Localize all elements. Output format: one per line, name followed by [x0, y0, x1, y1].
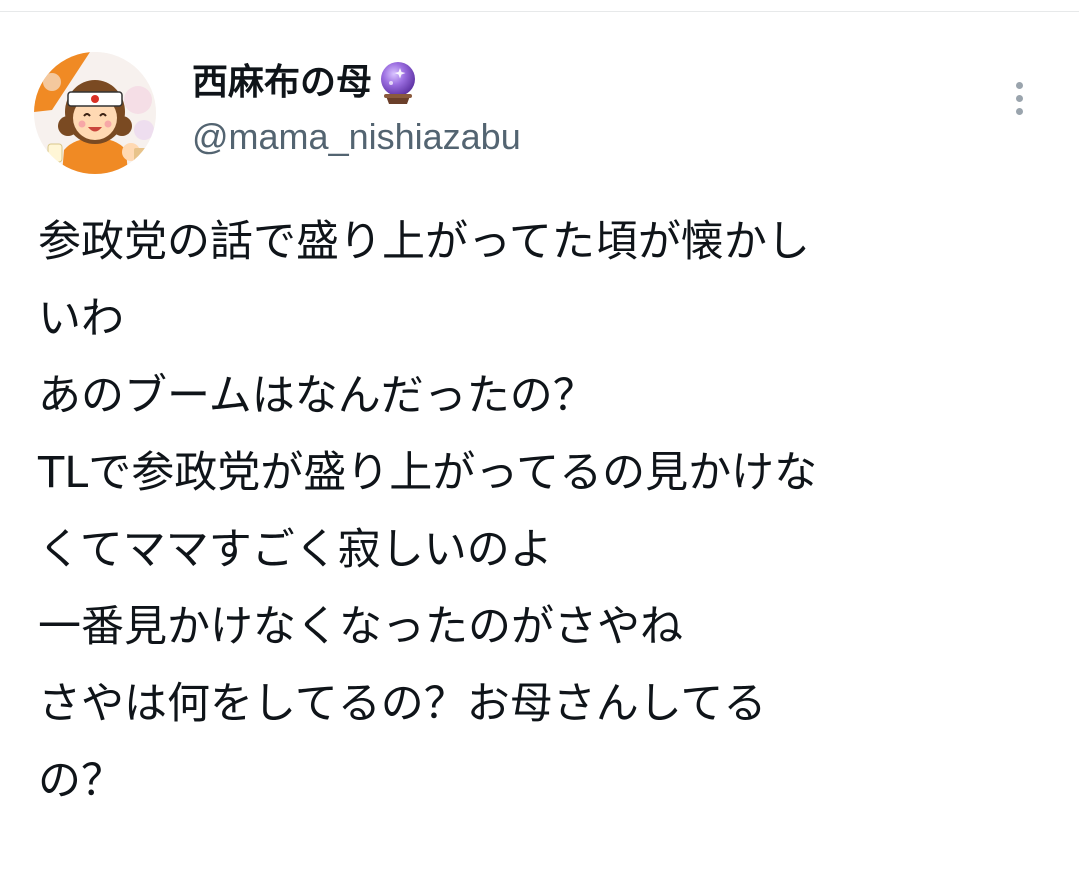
more-vertical-icon-dot-2 [1015, 94, 1023, 102]
crystal-ball-icon [376, 59, 420, 107]
tweet-line: あのブームはなんだったの？ [38, 371, 596, 421]
more-vertical-icon-dot-3 [1015, 107, 1023, 115]
tweet-line: 一番見かけなくなったのがさやね [38, 602, 683, 652]
tweet-text: 参政党の話で盛り上がってた頃が懐かし いわ あのブームはなんだったの？ TLで参… [38, 204, 1038, 820]
avatar-illustration-icon [34, 52, 156, 174]
avatar[interactable] [34, 52, 156, 174]
more-options-button[interactable] [1003, 76, 1035, 120]
top-divider [0, 11, 1079, 12]
tweet-line: いわ [38, 294, 124, 344]
tweet-line: くてママすごく寂しいのよ [38, 525, 553, 575]
author-handle[interactable]: @mama_nishiazabu [192, 114, 521, 160]
author-name-row[interactable]: 西麻布の母 [192, 58, 420, 108]
tweet-line: さやは何をしてるの？お母さんしてる [38, 679, 767, 729]
tweet-line: の？ [38, 756, 124, 806]
tweet-line: 参政党の話で盛り上がってた頃が懐かし [38, 217, 810, 267]
author-display-name[interactable]: 西麻布の母 [192, 58, 372, 108]
more-vertical-icon-dot-1 [1015, 81, 1023, 89]
tweet-line: TLで参政党が盛り上がってるの見かけな [38, 448, 818, 498]
